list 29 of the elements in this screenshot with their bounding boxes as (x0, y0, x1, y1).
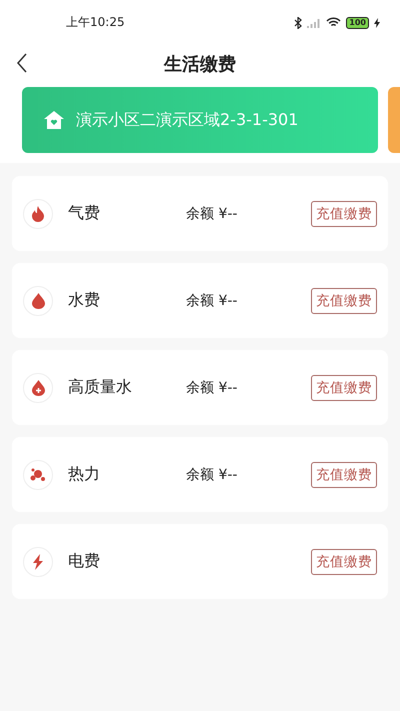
recharge-button[interactable]: 充值缴费 (311, 374, 377, 400)
lightning-icon (32, 554, 44, 570)
balance-text: 余额 ¥-- (186, 204, 238, 222)
status-time: 上午10:25 (66, 14, 125, 31)
recharge-button[interactable]: 充值缴费 (311, 462, 377, 488)
utility-name: 高质量水 (68, 377, 133, 398)
recharge-button[interactable]: 充值缴费 (311, 548, 377, 574)
wifi-icon (326, 17, 342, 28)
recharge-button[interactable]: 充值缴费 (311, 288, 377, 314)
flame-icon (31, 206, 45, 222)
address-text: 演示小区二演示区域2-3-1-301 (76, 110, 298, 130)
battery-level: 100 (346, 16, 369, 28)
utility-name: 水费 (68, 290, 101, 311)
bluetooth-icon (294, 16, 302, 28)
recharge-button[interactable]: 充值缴费 (311, 200, 377, 226)
home-icon (44, 110, 64, 130)
back-icon (16, 53, 28, 73)
utility-name: 热力 (68, 464, 101, 485)
page-title: 生活缴费 (164, 53, 236, 76)
balance-text: 余额 ¥-- (186, 378, 238, 396)
balance-text: 余额 ¥-- (186, 292, 238, 310)
dots-icon (30, 468, 46, 482)
charging-icon (374, 18, 380, 28)
utility-name: 电费 (68, 551, 101, 572)
signal-icon (307, 18, 322, 28)
balance-text: 余额 ¥-- (186, 466, 238, 484)
droplet-icon (32, 292, 44, 308)
utility-name: 气费 (68, 203, 101, 224)
droplet-plus-icon (32, 380, 44, 396)
